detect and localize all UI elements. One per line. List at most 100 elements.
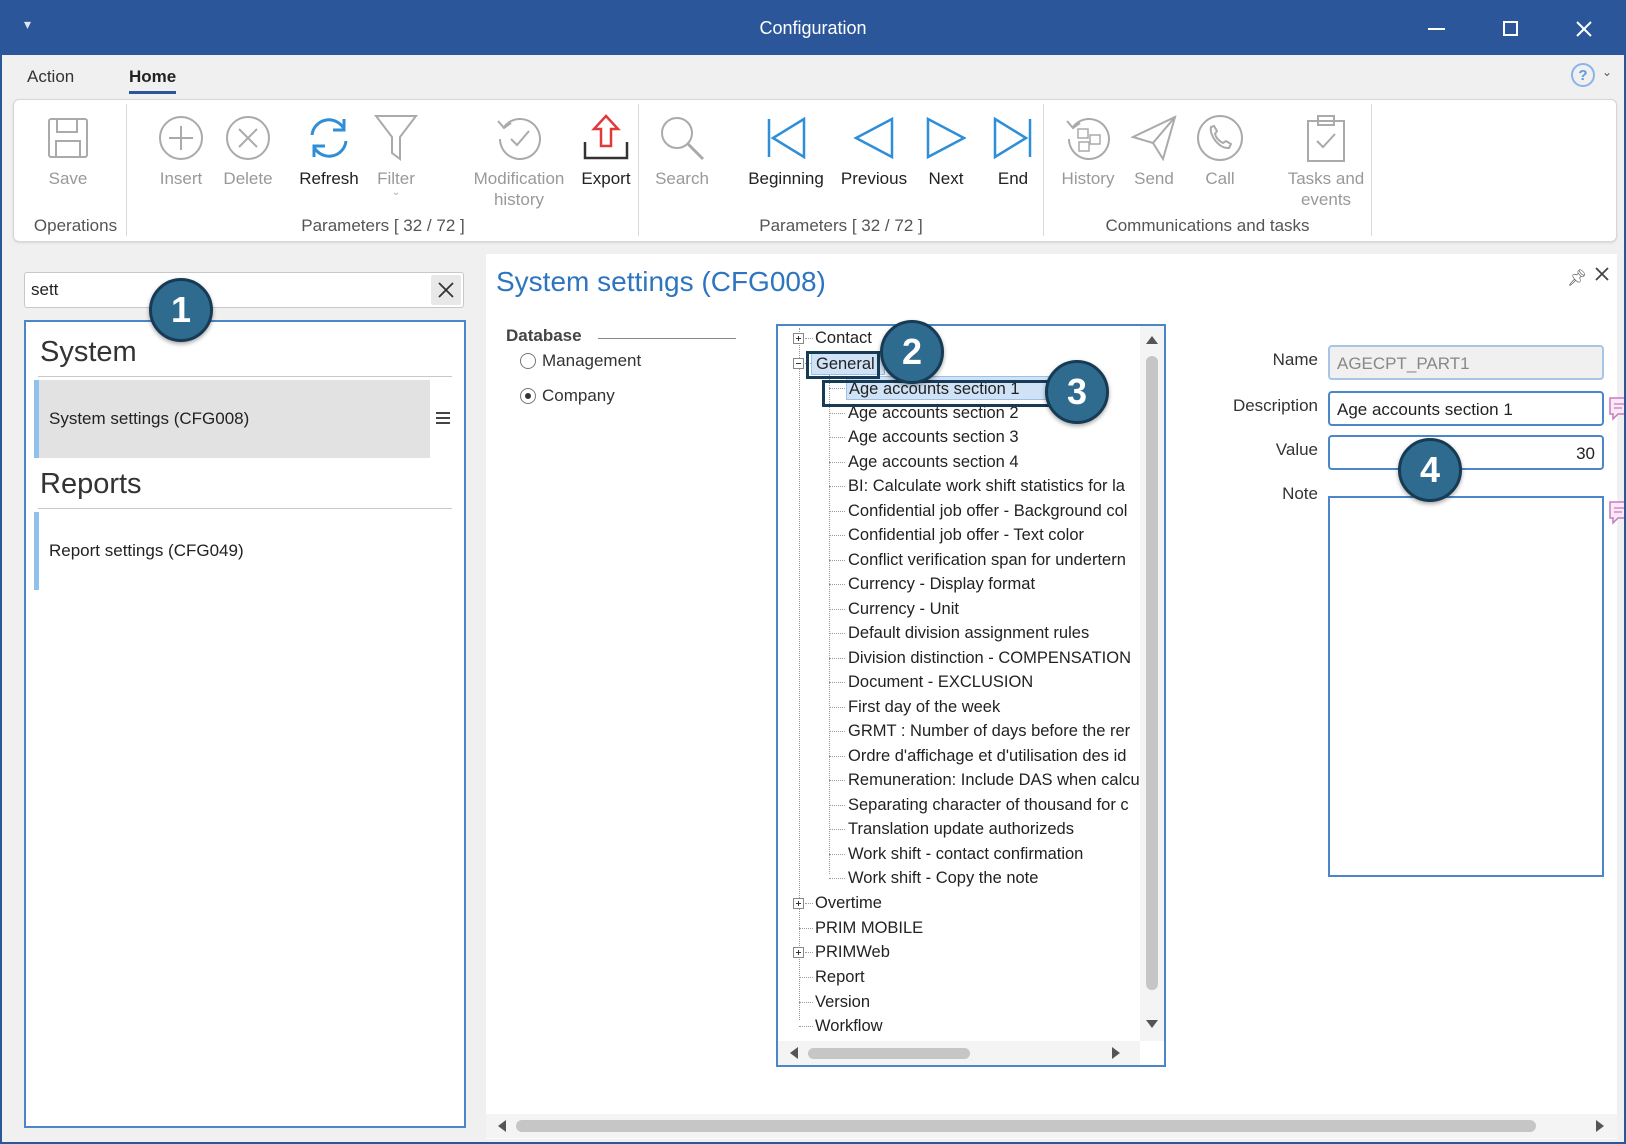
tree-leaf[interactable]: Ordre d'affichage et d'utilisation des i…: [848, 744, 1126, 768]
tree-leaf[interactable]: Age accounts section 4: [848, 450, 1019, 474]
x-circle-icon: [226, 116, 270, 160]
search-button[interactable]: Search: [642, 110, 722, 189]
export-label: Export: [581, 169, 631, 188]
floppy-icon: [48, 118, 88, 158]
tab-home[interactable]: Home: [129, 67, 177, 94]
next-icon: [926, 116, 967, 160]
tree-leaf[interactable]: Separating character of thousand for c: [848, 793, 1129, 817]
description-field[interactable]: Age accounts section 1: [1328, 391, 1604, 426]
tree-leaf[interactable]: Document - EXCLUSION: [848, 670, 1033, 694]
expand-overtime-icon[interactable]: [793, 898, 804, 909]
scroll-right-icon[interactable]: [1112, 1047, 1122, 1059]
radio-company[interactable]: Company: [520, 386, 615, 406]
minimize-button[interactable]: [1400, 2, 1472, 55]
comment-icon[interactable]: [1608, 498, 1626, 526]
group-parameters-label: Parameters [ 32 / 72 ]: [301, 216, 465, 235]
help-icon[interactable]: ?: [1571, 63, 1595, 87]
previous-icon: [853, 116, 894, 160]
refresh-icon: [310, 118, 348, 158]
group-operations-label: Operations: [33, 216, 118, 235]
hamburger-menu-icon[interactable]: [436, 412, 456, 424]
scroll-up-icon[interactable]: [1146, 334, 1158, 344]
close-window-button[interactable]: [1548, 2, 1620, 55]
tree-connector: [829, 878, 845, 879]
clear-search-button[interactable]: [431, 275, 461, 305]
filter-label: Filter: [377, 169, 415, 188]
list-item-system-settings[interactable]: System settings (CFG008): [34, 380, 430, 458]
tree-leaf[interactable]: Translation update authorizeds: [848, 817, 1074, 841]
tree-leaf[interactable]: Currency - Display format: [848, 572, 1035, 596]
main-horizontal-scroll-thumb[interactable]: [516, 1120, 1536, 1132]
scroll-left-icon[interactable]: [496, 1120, 506, 1132]
tree-leaf[interactable]: Work shift - contact confirmation: [848, 842, 1083, 866]
tree-leaf[interactable]: BI: Calculate work shift statistics for …: [848, 474, 1125, 498]
callout-box-age-accounts: [822, 380, 1058, 407]
export-button[interactable]: Export: [566, 110, 646, 189]
radio-management[interactable]: Management: [520, 351, 641, 371]
tree-leaf[interactable]: GRMT : Number of days before the rer: [848, 719, 1130, 743]
tree-node-overtime[interactable]: Overtime: [815, 891, 882, 915]
section-heading-reports: Reports: [40, 468, 142, 500]
search-label: Search: [655, 169, 709, 188]
note-textarea[interactable]: [1328, 496, 1604, 877]
callout-box-general: [806, 351, 880, 379]
tree-leaf[interactable]: Confidential job offer - Background col: [848, 499, 1127, 523]
main-horizontal-scrollbar[interactable]: [486, 1114, 1617, 1138]
tree-node-primweb[interactable]: PRIMWeb: [815, 940, 890, 964]
tree-connector: [829, 584, 845, 585]
tree-leaf[interactable]: Currency - Unit: [848, 597, 959, 621]
tab-action[interactable]: Action: [27, 67, 74, 87]
tree-vertical-scrollbar[interactable]: [1140, 326, 1164, 1041]
beginning-button[interactable]: Beginning: [738, 110, 834, 189]
search-input[interactable]: [31, 278, 411, 302]
tree-horizontal-scrollbar[interactable]: [778, 1041, 1140, 1065]
tree-node-report[interactable]: Report: [815, 965, 865, 989]
tree-leaf[interactable]: Remuneration: Include DAS when calcu: [848, 768, 1140, 792]
save-label: Save: [48, 169, 88, 188]
tree-horizontal-scroll-thumb[interactable]: [808, 1048, 970, 1059]
comment-icon[interactable]: [1608, 394, 1626, 422]
tree-node-version[interactable]: Version: [815, 990, 870, 1014]
tasks-events-label-1: Tasks and: [1287, 169, 1365, 188]
tree-leaf[interactable]: Work shift - Copy the note: [848, 866, 1038, 890]
ribbon: Save Insert Delete Refresh Filter ⌄ Modi…: [13, 99, 1617, 242]
expand-contact-icon[interactable]: [793, 333, 804, 344]
tree-leaf[interactable]: Division distinction - COMPENSATION: [848, 646, 1131, 670]
end-button[interactable]: End: [973, 110, 1053, 189]
call-button[interactable]: Call: [1180, 110, 1260, 189]
filter-dropdown-icon[interactable]: ⌄: [356, 187, 436, 198]
list-item-report-settings[interactable]: Report settings (CFG049): [34, 512, 430, 590]
radio-label: Management: [542, 351, 642, 370]
filter-button[interactable]: Filter ⌄: [356, 110, 436, 198]
value-field[interactable]: 30: [1328, 435, 1604, 470]
maximize-button[interactable]: [1474, 2, 1546, 55]
name-field[interactable]: AGECPT_PART1: [1328, 345, 1604, 380]
close-panel-icon[interactable]: [1592, 264, 1612, 284]
ribbon-options-chevron-icon[interactable]: ⌄: [1602, 65, 1612, 79]
tasks-events-button[interactable]: Tasks and events: [1271, 110, 1381, 210]
tree-connector: [829, 633, 845, 634]
save-button[interactable]: Save: [28, 110, 108, 189]
modification-history-label-2: history: [493, 190, 545, 209]
tree-node-workflow[interactable]: Workflow: [815, 1014, 883, 1038]
tree-node-contact[interactable]: Contact: [815, 326, 872, 350]
tree-node-prim-mobile[interactable]: PRIM MOBILE: [815, 916, 923, 940]
pin-icon[interactable]: 📌︎: [1567, 268, 1587, 288]
callout-badge-1: 1: [149, 278, 213, 342]
tree-leaf[interactable]: Default division assignment rules: [848, 621, 1089, 645]
tree-leaf[interactable]: Conflict verification span for undertern: [848, 548, 1126, 572]
collapse-general-icon[interactable]: [793, 358, 804, 369]
scroll-left-icon[interactable]: [788, 1047, 798, 1059]
end-label: End: [997, 169, 1029, 188]
tree-vertical-scroll-thumb[interactable]: [1146, 356, 1158, 990]
tree-leaf[interactable]: Age accounts section 3: [848, 425, 1019, 449]
scroll-down-icon[interactable]: [1146, 1020, 1158, 1030]
expand-primweb-icon[interactable]: [793, 947, 804, 958]
scroll-right-icon[interactable]: [1596, 1120, 1606, 1132]
results-list: System System settings (CFG008) Reports …: [24, 320, 466, 1128]
delete-button[interactable]: Delete: [208, 110, 288, 189]
search-box: [24, 272, 464, 308]
first-icon: [767, 116, 806, 160]
tree-leaf[interactable]: First day of the week: [848, 695, 1000, 719]
tree-leaf[interactable]: Confidential job offer - Text color: [848, 523, 1084, 547]
